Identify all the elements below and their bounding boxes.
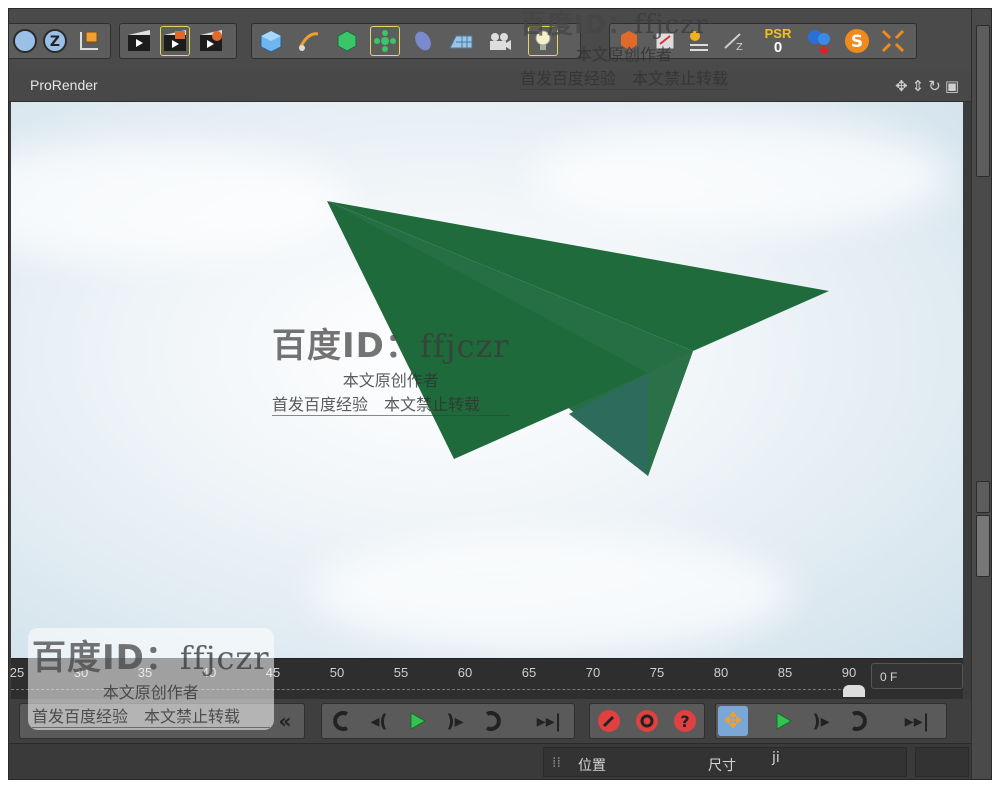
loop-2-icon[interactable] xyxy=(844,706,874,736)
move-tool-icon[interactable]: ✥ xyxy=(718,706,748,736)
cloner-icon[interactable] xyxy=(370,26,400,56)
z-axis-lock-icon[interactable]: Z xyxy=(40,26,70,56)
make-editable-icon[interactable] xyxy=(650,26,680,56)
tick-label: 70 xyxy=(585,665,601,680)
pen-spline-icon[interactable] xyxy=(294,26,324,56)
subdivision-surface-icon[interactable] xyxy=(332,26,362,56)
svg-text:Z: Z xyxy=(736,42,743,53)
tick-label: 35 xyxy=(137,665,153,680)
tick-label: 75 xyxy=(649,665,665,680)
y-axis-lock-icon[interactable] xyxy=(10,26,40,56)
transport-right-group: ✥ )▸ ▸▸| xyxy=(715,703,947,739)
bottom-bar: ⁞⁞ 位置 尺寸 ji xyxy=(9,743,971,779)
viewport-header: ProRender ✥⇕↻▣ xyxy=(9,71,971,102)
position-label: 位置 xyxy=(578,758,606,774)
scroll-thumb-top[interactable] xyxy=(976,25,990,177)
transport-play-group: ◂( )▸ ▸▸| xyxy=(321,703,575,739)
tick-label: 90 xyxy=(841,665,857,680)
cube-icon[interactable] xyxy=(256,26,286,56)
autokey-icon[interactable] xyxy=(632,706,662,736)
app-window: Z Z PSR 0 S ProRender ✥⇕↻▣ 25 30 35 40 4… xyxy=(8,8,992,780)
layout-icon[interactable]: ▣ xyxy=(945,77,963,95)
axis-tools-group: Z xyxy=(9,23,111,59)
psr-button[interactable]: PSR 0 xyxy=(758,26,798,56)
tick-label: 65 xyxy=(521,665,537,680)
object-tools-group xyxy=(251,23,581,59)
side-tab[interactable] xyxy=(976,515,990,577)
coordinates-panel: ⁞⁞ 位置 尺寸 ji xyxy=(543,747,907,777)
tick-label: 50 xyxy=(329,665,345,680)
svg-text:Z: Z xyxy=(50,34,60,50)
size-label: 尺寸 xyxy=(708,758,736,774)
go-to-start-icon[interactable] xyxy=(326,706,356,736)
tag-icon[interactable] xyxy=(614,26,644,56)
snap-icon[interactable]: Z xyxy=(718,26,748,56)
floor-icon[interactable] xyxy=(446,26,476,56)
keyframe-group: ? xyxy=(589,703,705,739)
tick-label: 55 xyxy=(393,665,409,680)
viewport-nav-icons: ✥⇕↻▣ xyxy=(895,77,963,95)
step-forward-2-icon[interactable]: )▸ xyxy=(806,706,836,736)
playback-controls: « ◂( )▸ ▸▸| ? ✥ )▸ ▸▸| xyxy=(9,699,971,743)
svg-text:?: ? xyxy=(680,712,689,731)
tick-label: 25 xyxy=(9,665,25,680)
tick-label: 60 xyxy=(457,665,473,680)
scale-icon[interactable]: ⇕ xyxy=(912,77,929,95)
play-forward-icon[interactable] xyxy=(402,706,432,736)
render-viewport[interactable] xyxy=(11,102,963,658)
render-tools-group xyxy=(119,23,237,59)
end-frame-marker[interactable] xyxy=(843,685,865,697)
grip-icon: ⁞⁞ xyxy=(552,755,561,771)
camera-icon[interactable] xyxy=(484,26,514,56)
tick-label: 40 xyxy=(201,665,217,680)
render-view-icon[interactable] xyxy=(124,26,154,56)
step-back-icon[interactable]: ◂( xyxy=(364,706,394,736)
transport-left-group: « xyxy=(19,703,305,739)
tick-label: 45 xyxy=(265,665,281,680)
render-picture-viewer-icon[interactable] xyxy=(160,26,190,56)
timeline-ruler[interactable]: 25 30 35 40 45 50 55 60 65 70 75 80 85 9… xyxy=(9,658,963,699)
psr-value: 0 xyxy=(773,39,783,56)
tick-label: 30 xyxy=(73,665,89,680)
current-frame-field[interactable]: 0 F xyxy=(871,663,963,689)
deformer-icon[interactable] xyxy=(408,26,438,56)
rotate-icon[interactable]: ↻ xyxy=(928,77,945,95)
side-panel-stub[interactable] xyxy=(915,747,969,777)
tick-label: 80 xyxy=(713,665,729,680)
dynamics-icon[interactable] xyxy=(804,26,834,56)
move-icon[interactable]: ✥ xyxy=(895,77,912,95)
viewport-title: ProRender xyxy=(30,77,98,93)
coordinate-system-icon[interactable] xyxy=(74,26,104,56)
prev-key-icon[interactable]: « xyxy=(270,706,300,736)
paper-plane-model xyxy=(327,201,829,476)
key-help-icon[interactable]: ? xyxy=(670,706,700,736)
main-toolbar: Z Z PSR 0 S xyxy=(9,9,971,71)
go-to-end-icon[interactable]: ▸▸| xyxy=(534,706,564,736)
record-key-icon[interactable] xyxy=(594,706,624,736)
sketch-toon-icon[interactable]: S xyxy=(842,26,872,56)
light-icon[interactable] xyxy=(528,26,558,56)
render-settings-icon[interactable] xyxy=(196,26,226,56)
coord-extra-text: ji xyxy=(772,750,780,766)
tick-label: 85 xyxy=(777,665,793,680)
axis-mode-icon[interactable] xyxy=(684,26,714,56)
right-scrollbar[interactable] xyxy=(971,9,991,779)
step-forward-icon[interactable]: )▸ xyxy=(440,706,470,736)
play-forward-2-icon[interactable] xyxy=(768,706,798,736)
fracture-icon[interactable] xyxy=(878,26,908,56)
scroll-thumb-mid[interactable] xyxy=(976,481,990,513)
tag-tools-group: Z PSR 0 S xyxy=(609,23,917,59)
loop-icon[interactable] xyxy=(478,706,508,736)
go-to-end-2-icon[interactable]: ▸▸| xyxy=(902,706,932,736)
svg-text:S: S xyxy=(851,32,863,52)
